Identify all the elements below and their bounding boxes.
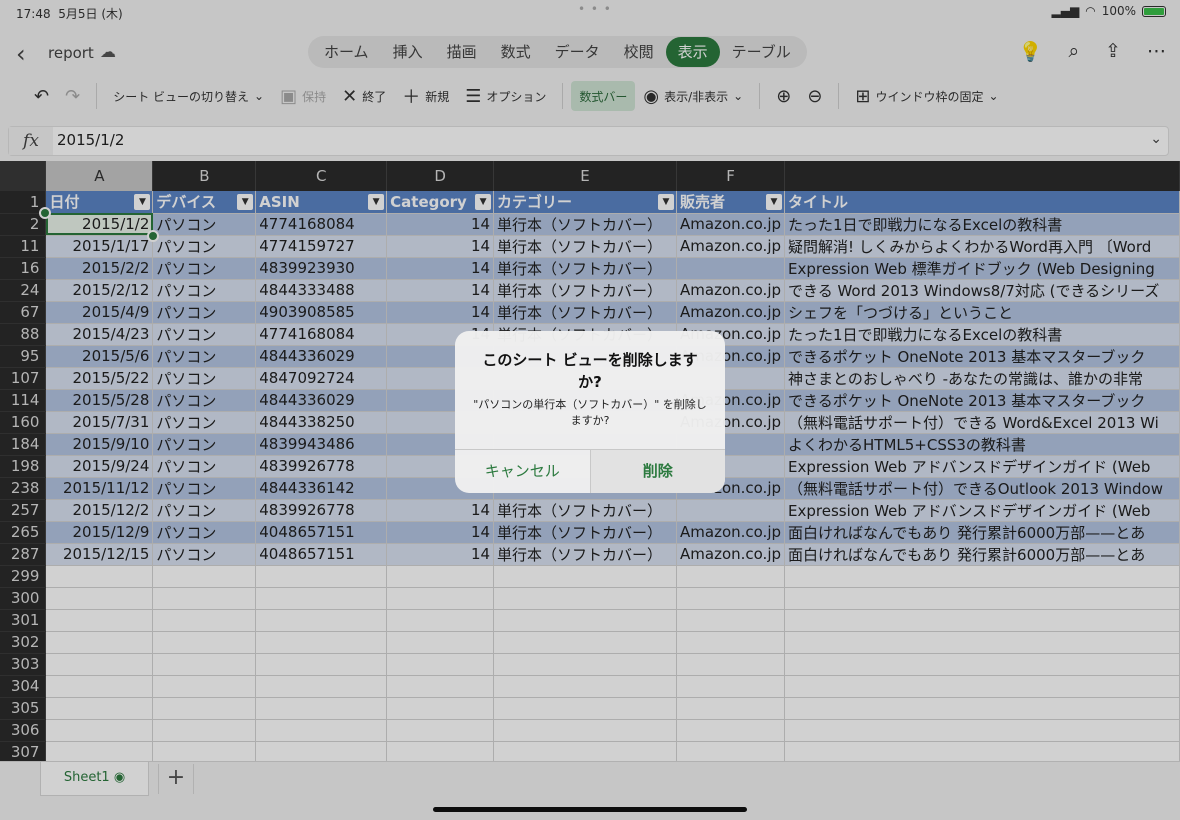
delete-button[interactable]: 削除 bbox=[590, 450, 725, 493]
dialog-message: "パソコンの単行本（ソフトカバー）" を削除しますか? bbox=[473, 398, 707, 427]
cancel-button[interactable]: キャンセル bbox=[455, 450, 591, 493]
delete-sheet-view-dialog: このシート ビューを削除しますか? "パソコンの単行本（ソフトカバー）" を削除… bbox=[455, 331, 725, 493]
dialog-title: このシート ビューを削除しますか? bbox=[482, 351, 698, 391]
dialog-buttons: キャンセル 削除 bbox=[455, 449, 725, 493]
